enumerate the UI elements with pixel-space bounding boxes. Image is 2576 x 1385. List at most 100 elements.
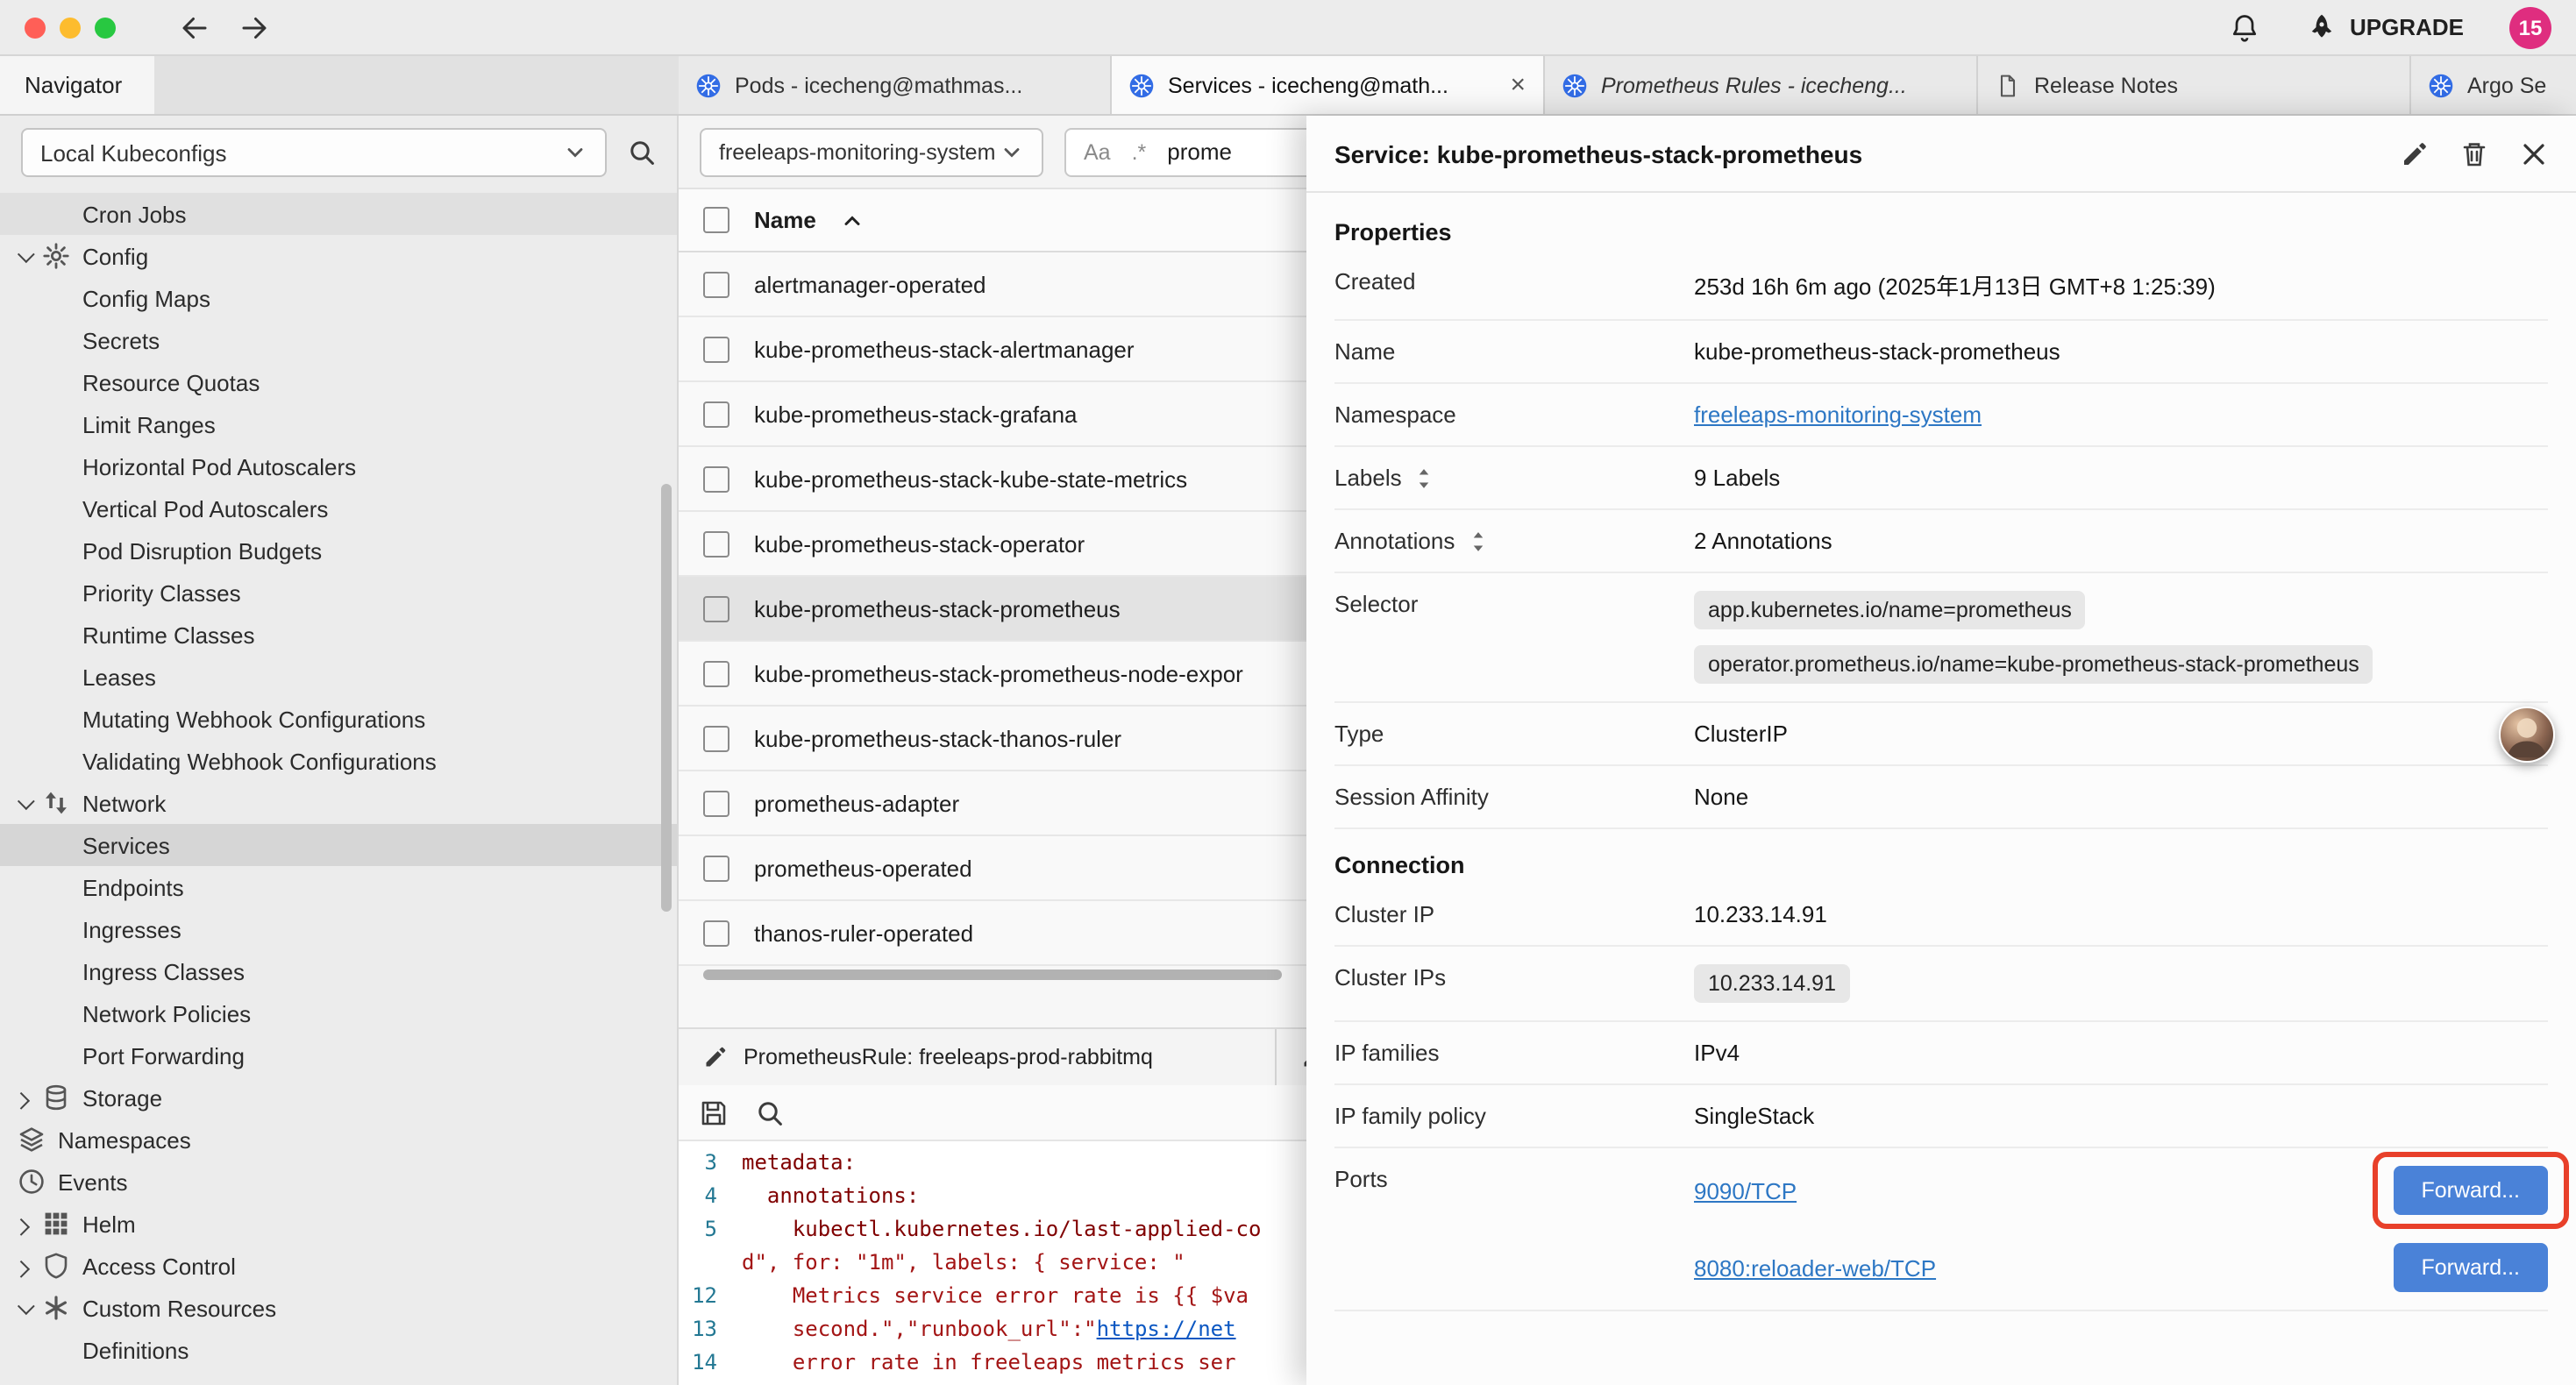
- sidebar-item-label: Pod Disruption Budgets: [82, 537, 322, 564]
- upgrade-button[interactable]: UPGRADE: [2306, 11, 2464, 43]
- name-column-header[interactable]: Name: [754, 207, 816, 233]
- asterisk-icon: [42, 1294, 70, 1322]
- database-icon: [42, 1083, 70, 1112]
- updown-icon[interactable]: [1465, 529, 1490, 553]
- forward-button[interactable]: Forward...: [2393, 1243, 2548, 1292]
- sidebar-item-storage[interactable]: Storage: [0, 1076, 677, 1119]
- match-case-toggle[interactable]: Aa: [1084, 139, 1111, 164]
- sidebar-item-services[interactable]: Services: [0, 824, 677, 866]
- back-button[interactable]: [179, 11, 210, 43]
- row-checkbox[interactable]: [703, 401, 729, 427]
- avatar[interactable]: [2499, 707, 2555, 763]
- row-checkbox[interactable]: [703, 790, 729, 816]
- port-link[interactable]: 8080:reloader-web/TCP: [1694, 1254, 1936, 1281]
- sidebar-item-vertical-pod-autoscalers[interactable]: Vertical Pod Autoscalers: [0, 487, 677, 529]
- sidebar-item-runtime-classes[interactable]: Runtime Classes: [0, 614, 677, 656]
- row-checkbox[interactable]: [703, 660, 729, 686]
- edit-button[interactable]: [2401, 139, 2429, 167]
- detail-row-cluster-ip: Cluster IP10.233.14.91: [1334, 884, 2548, 947]
- line-number: 3: [679, 1147, 742, 1180]
- close-panel-button[interactable]: [2520, 139, 2548, 167]
- kubeconfig-select-value: Local Kubeconfigs: [40, 139, 227, 166]
- sidebar-item-events[interactable]: Events: [0, 1161, 677, 1203]
- sidebar-item-ingresses[interactable]: Ingresses: [0, 908, 677, 950]
- detail-value: freeleaps-monitoring-system: [1694, 401, 2548, 428]
- app-window: UPGRADE 15 Navigator Pods - icecheng@mat…: [0, 0, 2576, 1385]
- tab-services-icecheng-math[interactable]: Services - icecheng@math... ×: [1112, 56, 1545, 114]
- sidebar-item-limit-ranges[interactable]: Limit Ranges: [0, 403, 677, 445]
- regex-toggle[interactable]: .*: [1132, 139, 1147, 164]
- dock-tab-prometheusrule-freeleaps-prod-rabbitmq[interactable]: PrometheusRule: freeleaps-prod-rabbitmq: [679, 1029, 1277, 1085]
- sidebar-item-resource-quotas[interactable]: Resource Quotas: [0, 361, 677, 403]
- select-all-checkbox[interactable]: [703, 207, 729, 233]
- kubeconfig-select[interactable]: Local Kubeconfigs: [21, 128, 607, 177]
- sidebar-item-cron-jobs[interactable]: Cron Jobs: [0, 193, 677, 235]
- namespace-link[interactable]: freeleaps-monitoring-system: [1694, 401, 1982, 428]
- detail-label: Namespace: [1334, 401, 1694, 428]
- code-text: kubectl.kubernetes.io/last-applied-co: [742, 1213, 1261, 1246]
- sidebar-item-definitions[interactable]: Definitions: [0, 1329, 677, 1371]
- tab-release-notes[interactable]: Release Notes: [1978, 56, 2411, 114]
- sidebar-item-leases[interactable]: Leases: [0, 656, 677, 698]
- chevron-right-icon: [12, 1260, 30, 1277]
- tab-label: Services - icecheng@math...: [1168, 73, 1496, 97]
- sidebar-item-priority-classes[interactable]: Priority Classes: [0, 572, 677, 614]
- tab-argo-se[interactable]: Argo Se: [2411, 56, 2576, 114]
- tab-label: Pods - icecheng@mathmas...: [735, 73, 1092, 97]
- sidebar-item-pod-disruption-budgets[interactable]: Pod Disruption Budgets: [0, 529, 677, 572]
- tab-label: Argo Se: [2467, 73, 2564, 97]
- sidebar-item-access-control[interactable]: Access Control: [0, 1245, 677, 1287]
- service-name: kube-prometheus-stack-kube-state-metrics: [754, 465, 1187, 492]
- port-link[interactable]: 9090/TCP: [1694, 1177, 1797, 1204]
- sidebar-item-network-policies[interactable]: Network Policies: [0, 992, 677, 1034]
- sidebar-item-mutating-webhook-configurations[interactable]: Mutating Webhook Configurations: [0, 698, 677, 740]
- sidebar-item-config[interactable]: Config: [0, 235, 677, 277]
- forward-button-nav[interactable]: [238, 11, 270, 43]
- tab-prometheus-rules-icecheng[interactable]: Prometheus Rules - icecheng...: [1545, 56, 1978, 114]
- save-icon[interactable]: [700, 1098, 728, 1126]
- row-checkbox[interactable]: [703, 336, 729, 362]
- row-checkbox[interactable]: [703, 725, 729, 751]
- detail-label: IP family policy: [1334, 1103, 1694, 1129]
- detail-value: 10.233.14.91: [1694, 964, 2548, 1003]
- forward-button[interactable]: Forward...: [2393, 1166, 2548, 1215]
- upgrade-label: UPGRADE: [2350, 14, 2464, 40]
- sidebar-item-helm[interactable]: Helm: [0, 1203, 677, 1245]
- chevron-down-icon: [563, 140, 587, 165]
- sidebar-item-ingress-classes[interactable]: Ingress Classes: [0, 950, 677, 992]
- sidebar-scrollbar[interactable]: [661, 484, 672, 912]
- namespace-filter-select[interactable]: freeleaps-monitoring-system: [700, 127, 1043, 176]
- sidebar-item-custom-resources[interactable]: Custom Resources: [0, 1287, 677, 1329]
- horizontal-scrollbar-thumb[interactable]: [703, 970, 1282, 980]
- row-checkbox[interactable]: [703, 465, 729, 492]
- sidebar-toolbar: Local Kubeconfigs: [0, 116, 677, 189]
- sort-ascending-icon[interactable]: [841, 208, 865, 232]
- sidebar-search-icon[interactable]: [628, 138, 656, 167]
- delete-button[interactable]: [2460, 139, 2488, 167]
- sidebar-item-network[interactable]: Network: [0, 782, 677, 824]
- updown-icon[interactable]: [1413, 465, 1437, 490]
- notifications-bell-icon[interactable]: [2229, 11, 2260, 43]
- editor-search-icon[interactable]: [756, 1098, 784, 1126]
- row-checkbox[interactable]: [703, 530, 729, 557]
- sidebar-item-label: Vertical Pod Autoscalers: [82, 495, 328, 522]
- sidebar-item-endpoints[interactable]: Endpoints: [0, 866, 677, 908]
- sidebar-item-config-maps[interactable]: Config Maps: [0, 277, 677, 319]
- zoom-window-button[interactable]: [95, 17, 116, 38]
- row-checkbox[interactable]: [703, 855, 729, 881]
- close-window-button[interactable]: [25, 17, 46, 38]
- row-checkbox[interactable]: [703, 920, 729, 946]
- notification-count-badge[interactable]: 15: [2509, 6, 2551, 48]
- row-checkbox[interactable]: [703, 595, 729, 621]
- code-text: d", for: "1m", labels: { service: ": [742, 1246, 1185, 1280]
- close-tab-icon[interactable]: ×: [1510, 72, 1526, 98]
- minimize-window-button[interactable]: [60, 17, 81, 38]
- sidebar-item-port-forwarding[interactable]: Port Forwarding: [0, 1034, 677, 1076]
- sidebar-item-horizontal-pod-autoscalers[interactable]: Horizontal Pod Autoscalers: [0, 445, 677, 487]
- sidebar-item-secrets[interactable]: Secrets: [0, 319, 677, 361]
- tab-pods-icecheng-mathmas[interactable]: Pods - icecheng@mathmas...: [679, 56, 1112, 114]
- sidebar: Local Kubeconfigs Cron JobsConfigConfig …: [0, 116, 679, 1385]
- sidebar-item-validating-webhook-configurations[interactable]: Validating Webhook Configurations: [0, 740, 677, 782]
- row-checkbox[interactable]: [703, 271, 729, 297]
- sidebar-item-namespaces[interactable]: Namespaces: [0, 1119, 677, 1161]
